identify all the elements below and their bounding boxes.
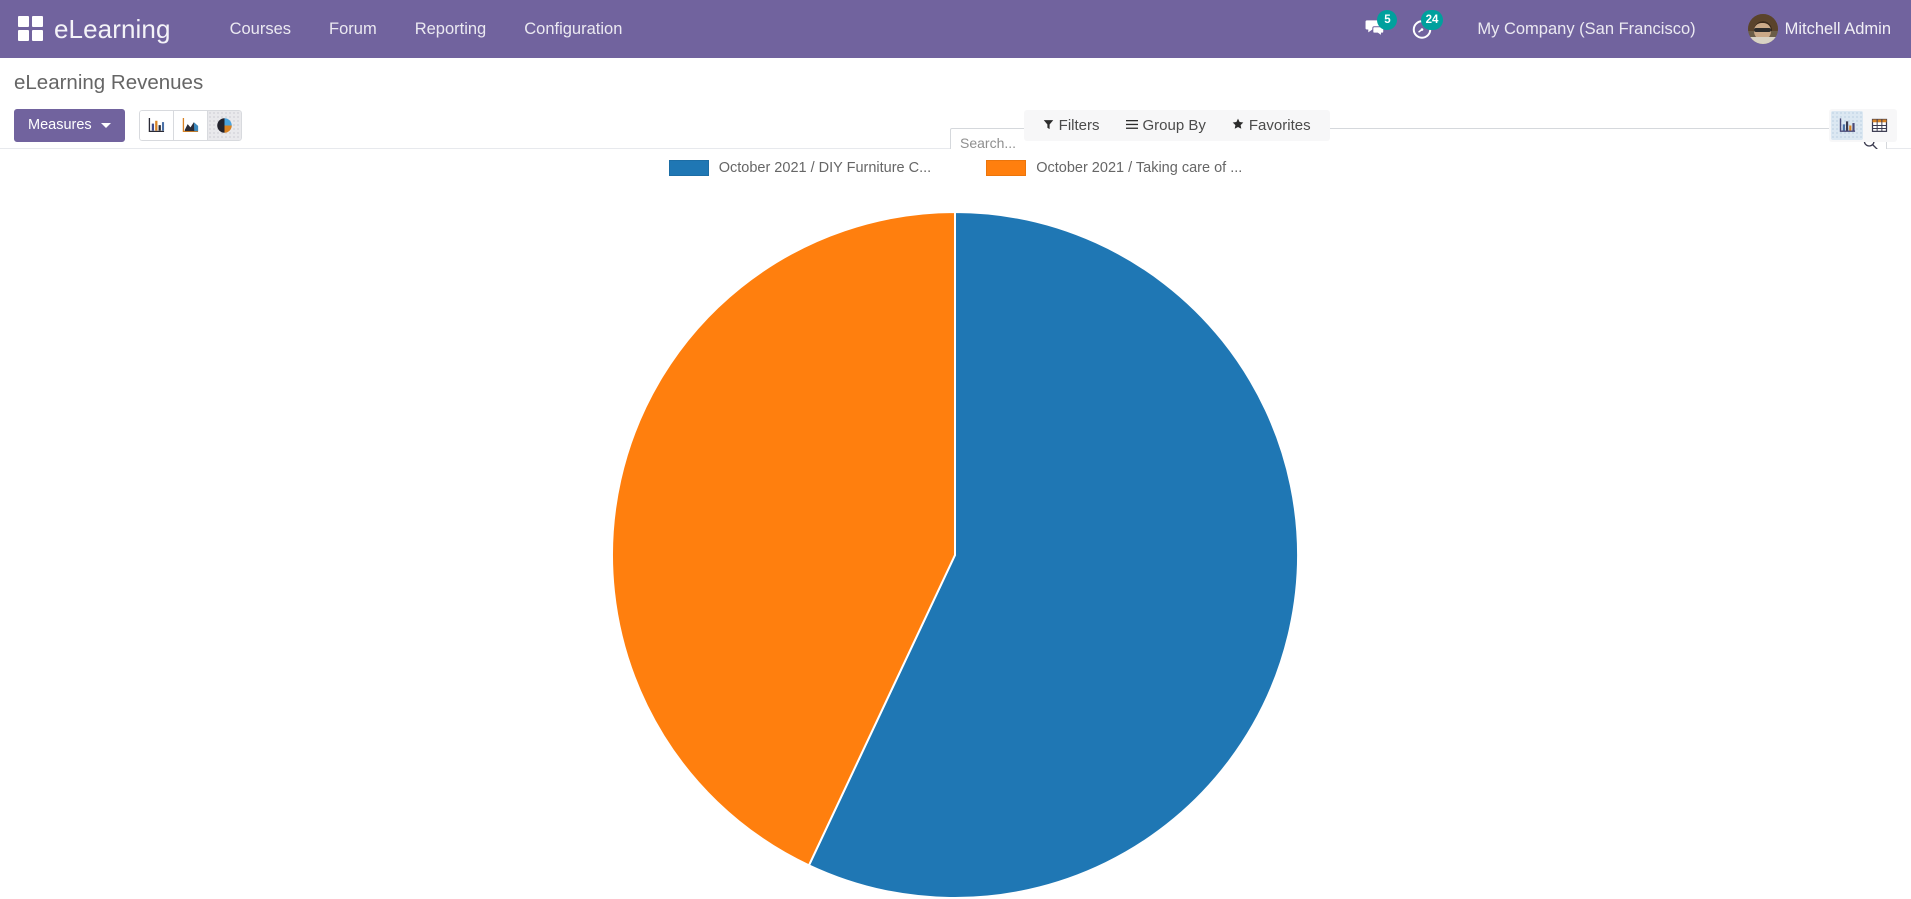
favorites-label: Favorites — [1248, 117, 1311, 134]
filters-label: Filters — [1058, 117, 1100, 134]
messages-button[interactable]: 5 — [1353, 10, 1399, 45]
graph-view-button[interactable] — [1831, 111, 1863, 140]
activities-button[interactable]: 24 — [1399, 9, 1445, 46]
navbar-right-section: 5 24 My Company (San Francisco) Mitchell… — [1353, 9, 1897, 48]
area-chart-icon — [182, 117, 198, 133]
activities-badge: 24 — [1420, 9, 1444, 30]
graph-renderer: October 2021 / DIY Furniture C... Octobe… — [0, 149, 1911, 899]
filters-dropdown[interactable]: Filters — [1030, 113, 1113, 138]
main-menu: Courses Forum Reporting Configuration — [211, 12, 642, 47]
menu-item-reporting[interactable]: Reporting — [396, 12, 506, 47]
menu-item-forum[interactable]: Forum — [310, 12, 396, 47]
measures-button[interactable]: Measures — [14, 109, 125, 142]
apps-grid-icon[interactable] — [18, 16, 44, 42]
filter-bar: Filters Group By Favorites — [1023, 110, 1330, 141]
menu-item-courses[interactable]: Courses — [211, 12, 310, 47]
chevron-down-icon — [100, 122, 111, 128]
menu-item-configuration[interactable]: Configuration — [505, 12, 641, 47]
pie-chart-canvas[interactable] — [0, 149, 1911, 899]
view-switcher — [1829, 109, 1897, 142]
filter-funnel-icon — [1043, 117, 1054, 134]
app-brand-elearning[interactable]: eLearning — [54, 14, 171, 45]
company-switcher[interactable]: My Company (San Francisco) — [1459, 12, 1713, 47]
pivot-table-icon — [1871, 118, 1887, 132]
page-title: eLearning Revenues — [14, 71, 204, 94]
pivot-view-button[interactable] — [1863, 111, 1895, 140]
graph-view-icon — [1839, 118, 1855, 132]
line-chart-button[interactable] — [172, 110, 208, 141]
pie-chart-button[interactable] — [206, 110, 242, 141]
control-panel-top-row: eLearning Revenues — [0, 58, 1911, 103]
star-icon — [1232, 117, 1244, 134]
favorites-dropdown[interactable]: Favorites — [1219, 113, 1324, 138]
pie-chart-icon — [216, 118, 232, 133]
user-menu[interactable]: Mitchell Admin — [1738, 10, 1897, 48]
control-panel-bottom-row: Measures Filters Group By Favorites — [0, 102, 1911, 149]
list-lines-icon — [1125, 117, 1138, 134]
control-panel: eLearning Revenues Measures — [0, 58, 1911, 157]
groupby-dropdown[interactable]: Group By — [1113, 113, 1219, 138]
messages-badge: 5 — [1377, 10, 1398, 30]
chart-type-button-group — [138, 110, 242, 141]
top-navbar: eLearning Courses Forum Reporting Config… — [0, 0, 1911, 58]
avatar — [1747, 14, 1778, 44]
groupby-label: Group By — [1142, 117, 1206, 134]
bar-chart-icon — [148, 117, 164, 133]
user-name: Mitchell Admin — [1784, 19, 1891, 38]
bar-chart-button[interactable] — [138, 110, 174, 141]
measures-label: Measures — [28, 117, 92, 133]
